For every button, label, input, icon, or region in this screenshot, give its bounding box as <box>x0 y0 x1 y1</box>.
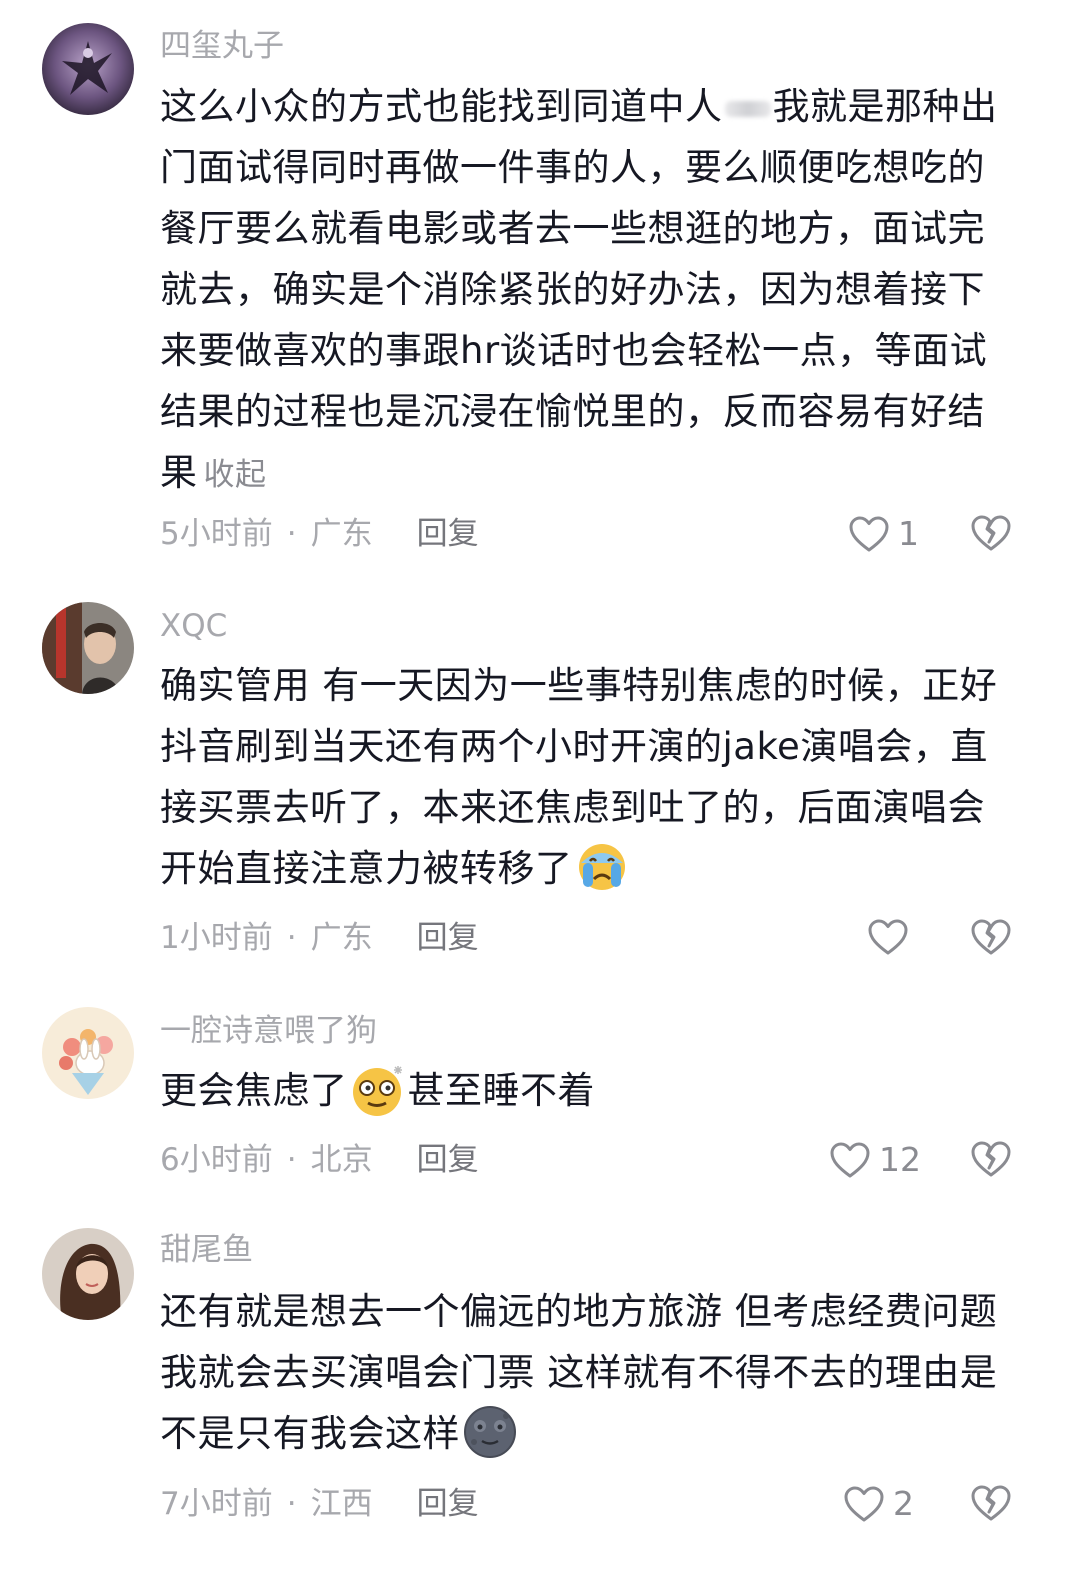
comment-text-part: 这么小众的方式也能找到同道中人 <box>160 85 723 128</box>
comment-text-part: 甚至睡不着 <box>407 1069 595 1112</box>
dizzy-face-emoji <box>348 1060 408 1118</box>
separator: · <box>286 1142 297 1178</box>
avatar[interactable] <box>42 1228 134 1320</box>
separator: · <box>286 1486 297 1522</box>
avatar-image <box>42 1007 134 1099</box>
like-button[interactable] <box>867 918 917 956</box>
like-count: 1 <box>898 514 919 553</box>
heart-icon <box>848 515 890 553</box>
dislike-button[interactable] <box>970 1483 1012 1523</box>
heart-icon <box>829 1141 871 1179</box>
collapse-button[interactable]: 收起 <box>204 457 267 493</box>
heart-icon <box>867 918 909 956</box>
comment-time: 1小时前 <box>160 920 273 956</box>
comment-meta: 1小时前 · 广东 回复 <box>160 918 479 958</box>
comment-time: 5小时前 <box>160 516 273 552</box>
dislike-button[interactable] <box>970 917 1012 957</box>
username[interactable]: 甜尾鱼 <box>160 1230 253 1270</box>
comment-text: 更会焦虑了 甚至睡不着 <box>160 1060 1020 1121</box>
broken-heart-icon <box>970 1139 1012 1179</box>
heart-icon <box>843 1485 885 1523</box>
avatar-image <box>42 1228 134 1320</box>
broken-heart-icon <box>970 513 1012 553</box>
blurred-emoji <box>724 100 771 117</box>
separator: · <box>286 516 297 552</box>
comment-location: 广东 <box>310 516 373 552</box>
comment-text: 这么小众的方式也能找到同道中人 我就是那种出门面试得同时再做一件事的人，要么顺便吃… <box>160 76 1020 506</box>
avatar[interactable] <box>42 1007 134 1099</box>
avatar-image <box>42 602 134 694</box>
username[interactable]: 四玺丸子 <box>160 26 284 66</box>
like-button[interactable]: 1 <box>848 514 919 554</box>
dislike-button[interactable] <box>970 1139 1012 1179</box>
reply-button[interactable]: 回复 <box>417 1486 479 1522</box>
comment-text: 确实管用 有一天因为一些事特别焦虑的时候，正好抖音刷到当天还有两个小时开演的ja… <box>160 655 1022 899</box>
comment-location: 广东 <box>310 920 373 956</box>
like-button[interactable]: 2 <box>843 1484 914 1524</box>
reply-button[interactable]: 回复 <box>417 920 479 956</box>
comment-text-part: 还有就是想去一个偏远的地方旅游 但考虑经费问题我就会去买演唱会门票 这样就有不得… <box>160 1290 998 1455</box>
comment-meta: 5小时前 · 广东 回复 <box>160 514 479 554</box>
username[interactable]: XQC <box>160 606 227 646</box>
comment-location: 江西 <box>310 1486 373 1522</box>
comment-location: 北京 <box>310 1142 373 1178</box>
avatar-image <box>42 23 134 115</box>
avatar[interactable] <box>42 602 134 694</box>
comment-text-part: 我就是那种出门面试得同时再做一件事的人，要么顺便吃想吃的餐厅要么就看电影或者去一… <box>160 85 998 494</box>
comment-time: 6小时前 <box>160 1142 273 1178</box>
like-button[interactable]: 12 <box>829 1140 921 1180</box>
comment-text: 还有就是想去一个偏远的地方旅游 但考虑经费问题我就会去买演唱会门票 这样就有不得… <box>160 1281 1022 1464</box>
broken-heart-icon <box>970 917 1012 957</box>
comment-time: 7小时前 <box>160 1486 273 1522</box>
reply-button[interactable]: 回复 <box>417 1142 479 1178</box>
reply-button[interactable]: 回复 <box>417 516 479 552</box>
comment-meta: 6小时前 · 北京 回复 <box>160 1140 479 1180</box>
crying-face-emoji <box>573 841 631 893</box>
username[interactable]: 一腔诗意喂了狗 <box>160 1011 377 1051</box>
separator: · <box>286 920 297 956</box>
like-count: 12 <box>879 1140 921 1179</box>
comment-meta: 7小时前 · 江西 回复 <box>160 1484 479 1524</box>
avatar[interactable] <box>42 23 134 115</box>
dislike-button[interactable] <box>970 513 1012 553</box>
broken-heart-icon <box>970 1483 1012 1523</box>
like-count: 2 <box>893 1484 914 1523</box>
moon-face-emoji <box>460 1404 520 1460</box>
comment-text-part: 更会焦虑了 <box>160 1069 348 1112</box>
